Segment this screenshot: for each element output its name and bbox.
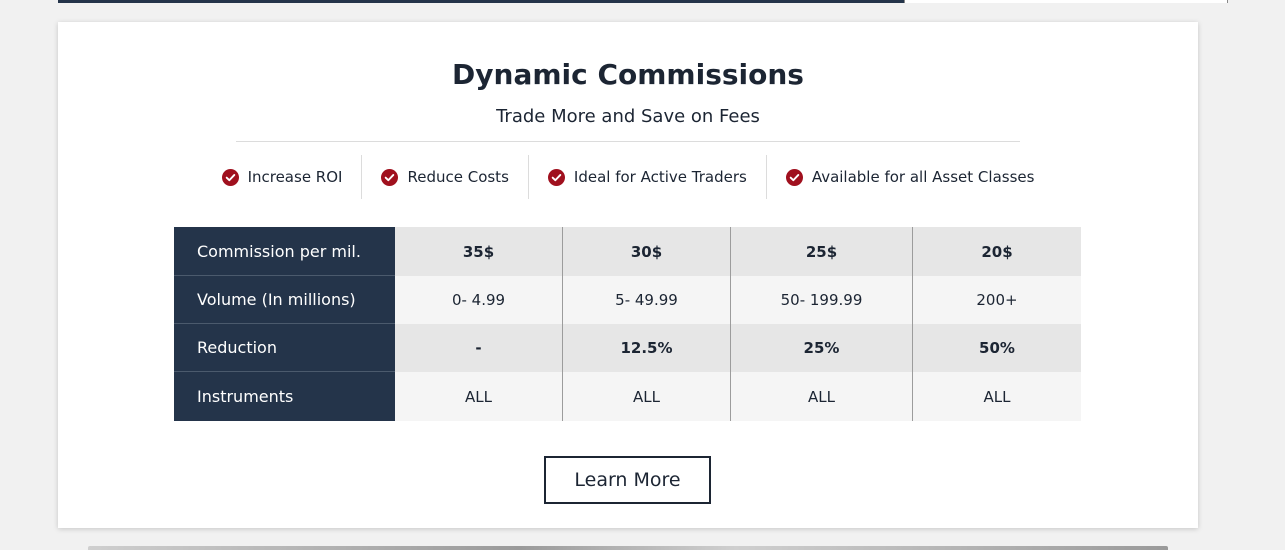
table-cell: ALL xyxy=(395,372,563,421)
table-row: Volume (In millions) 0- 4.99 5- 49.99 50… xyxy=(174,276,1081,324)
table-cell: 30$ xyxy=(563,227,731,276)
row-header: Commission per mil. xyxy=(174,227,395,276)
table-row: Reduction - 12.5% 25% 50% xyxy=(174,324,1081,372)
table-cell: 25$ xyxy=(731,227,913,276)
feature-item-all-asset-classes: Available for all Asset Classes xyxy=(765,155,1054,199)
learn-more-button[interactable]: Learn More xyxy=(544,456,711,504)
table-cell: ALL xyxy=(731,372,913,421)
table-cell: 0- 4.99 xyxy=(395,276,563,324)
feature-item-increase-roi: Increase ROI xyxy=(203,155,362,199)
section-title: Dynamic Commissions xyxy=(452,58,804,91)
table-cell: 50% xyxy=(913,324,1081,372)
commission-table: Commission per mil. 35$ 30$ 25$ 20$ Volu… xyxy=(174,227,1081,421)
row-header: Volume (In millions) xyxy=(174,276,395,324)
table-cell: - xyxy=(395,324,563,372)
table-cell: ALL xyxy=(913,372,1081,421)
table-cell: 35$ xyxy=(395,227,563,276)
table-cell: 5- 49.99 xyxy=(563,276,731,324)
feature-item-active-traders: Ideal for Active Traders xyxy=(527,155,766,199)
table-cell: 200+ xyxy=(913,276,1081,324)
feature-item-reduce-costs: Reduce Costs xyxy=(361,155,527,199)
check-circle-icon xyxy=(221,168,239,186)
previous-section-edge xyxy=(58,0,1228,3)
table-cell: 25% xyxy=(731,324,913,372)
previous-section-notch xyxy=(904,0,1228,3)
check-circle-icon xyxy=(785,168,803,186)
section-subtitle: Trade More and Save on Fees xyxy=(496,106,760,127)
feature-list: Increase ROI Reduce Costs Ideal for Acti… xyxy=(221,155,1034,199)
feature-label: Available for all Asset Classes xyxy=(811,168,1035,186)
table-row: Instruments ALL ALL ALL ALL xyxy=(174,372,1081,421)
table-cell: 12.5% xyxy=(563,324,731,372)
feature-label: Reduce Costs xyxy=(407,168,509,186)
title-divider xyxy=(236,141,1020,142)
feature-label: Increase ROI xyxy=(247,168,343,186)
check-circle-icon xyxy=(547,168,565,186)
table-cell: 50- 199.99 xyxy=(731,276,913,324)
dynamic-commissions-card: Dynamic Commissions Trade More and Save … xyxy=(58,22,1198,528)
row-header: Reduction xyxy=(174,324,395,372)
next-section-edge xyxy=(88,546,1168,550)
table-cell: ALL xyxy=(563,372,731,421)
table-cell: 20$ xyxy=(913,227,1081,276)
feature-label: Ideal for Active Traders xyxy=(573,168,747,186)
check-circle-icon xyxy=(381,168,399,186)
table-row: Commission per mil. 35$ 30$ 25$ 20$ xyxy=(174,227,1081,276)
row-header: Instruments xyxy=(174,372,395,421)
